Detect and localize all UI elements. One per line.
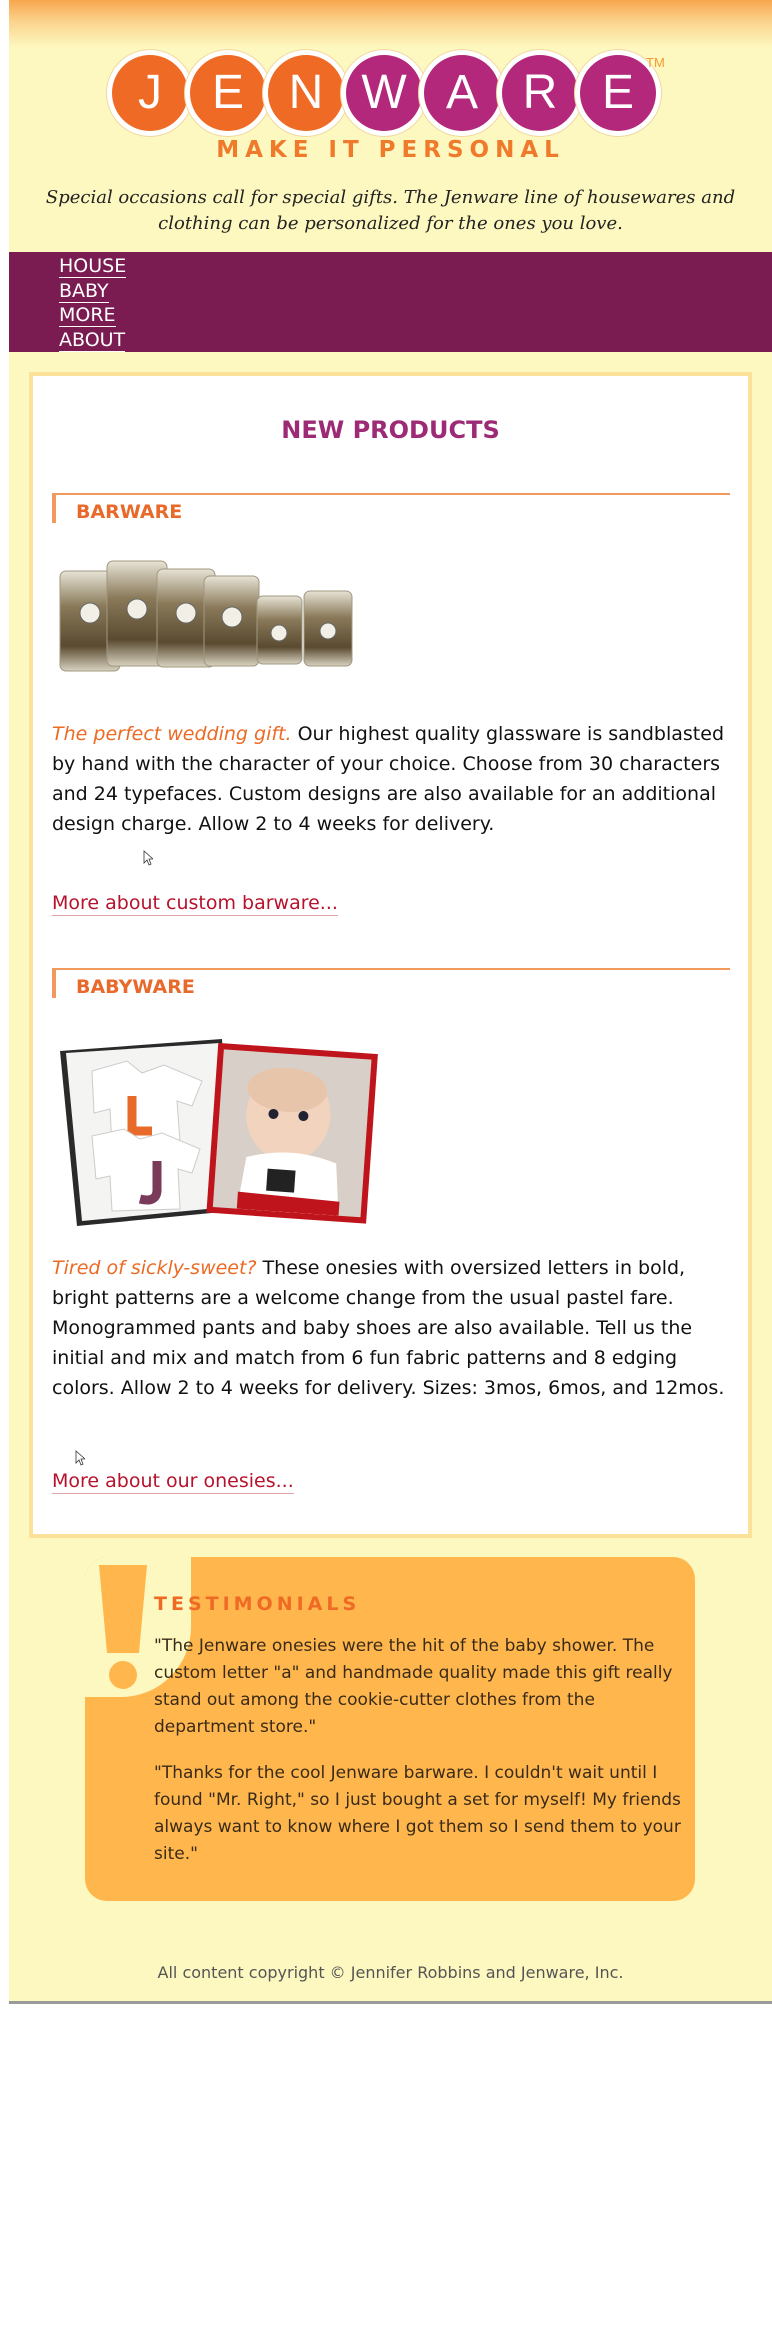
intro-text: Special occasions call for special gifts… [45,187,736,234]
exclamation-icon [99,1565,147,1689]
nav-label-house: HOUSE [59,255,127,278]
nav-label-more: MORE [59,304,116,327]
barware-description: The perfect wedding gift. Our highest qu… [52,719,742,839]
tagline: MAKE IT PERSONAL [216,137,565,163]
jenware-logo[interactable]: J E N W A R E [112,55,672,133]
mouse-cursor-icon-2 [75,1450,85,1466]
barware-glasses-image [59,560,353,672]
babyware-heading: BABYWARE [52,968,730,998]
nav-item-house[interactable]: HOUSE [59,254,772,279]
barware-more-link[interactable]: More about custom barware... [52,891,338,916]
footer-copyright: All content copyright © Jennifer Robbins… [157,1963,624,1982]
logo-letter-w: W [346,55,422,131]
testimonial-quote-2: "Thanks for the cool Jenware barware. I … [154,1763,681,1864]
babyware-description: Tired of sickly-sweet? These onesies wit… [52,1253,742,1403]
logo-letter-a: A [424,55,500,131]
babyware-more-link[interactable]: More about our onesies... [52,1469,294,1494]
testimonials-panel: TESTIMONIALS "The Jenware onesies were t… [85,1557,695,1901]
logo-letter-e2: E [580,55,656,131]
barware-lead: The perfect wedding gift. [52,723,292,745]
site-header: J E N W A R E TM MAKE IT PERSONAL Specia… [9,0,772,250]
babyware-lead: Tired of sickly-sweet? [52,1257,257,1279]
barware-heading: BARWARE [52,493,730,523]
main-nav: HOUSE BABY MORE ABOUT [9,252,772,352]
logo-letter-j: J [112,55,188,131]
nav-item-baby[interactable]: BABY [59,279,772,304]
nav-label-about: ABOUT [59,328,126,352]
nav-item-about[interactable]: ABOUT [59,328,772,353]
page-wrapper: J E N W A R E TM MAKE IT PERSONAL Specia… [9,0,772,2004]
nav-label-baby: BABY [59,279,109,303]
nav-item-more[interactable]: MORE [59,303,772,328]
logo-letter-n: N [268,55,344,131]
baby-onesies-image [60,1039,378,1226]
logo-letter-e: E [190,55,266,131]
testimonial-quote-1: "The Jenware onesies were the hit of the… [154,1636,673,1737]
trademark-mark: TM [646,55,665,70]
logo-letter-r: R [502,55,578,131]
new-products-panel: NEW PRODUCTS BARWARE The perfect wedding… [29,372,752,1538]
testimonials-title: TESTIMONIALS [154,1593,361,1615]
mouse-cursor-icon [143,850,153,866]
products-title: NEW PRODUCTS [281,416,500,444]
